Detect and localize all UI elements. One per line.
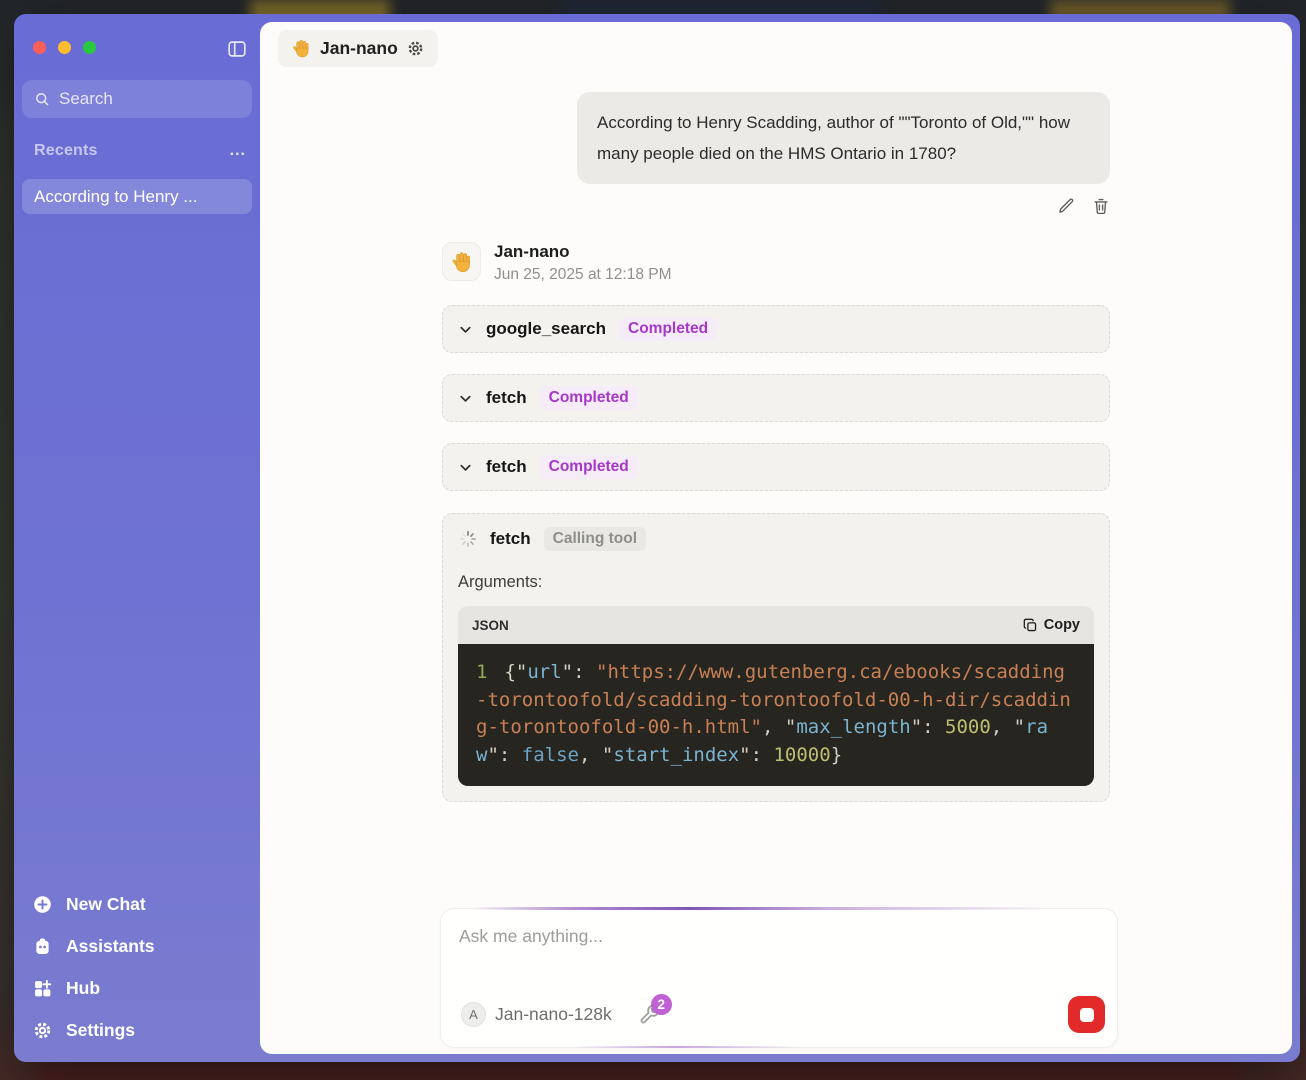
assistants-icon xyxy=(32,936,53,957)
tool-call-panel-fetch-active: fetch Calling tool Arguments: JSON xyxy=(442,513,1110,802)
edit-message-icon[interactable] xyxy=(1057,197,1075,215)
thread-settings-gear-icon[interactable] xyxy=(406,39,425,58)
sidebar-item-new-chat[interactable]: New Chat xyxy=(22,891,252,918)
delete-message-icon[interactable] xyxy=(1092,197,1110,215)
message-actions xyxy=(442,197,1110,217)
line-number: 1 xyxy=(476,661,487,683)
code-content[interactable]: 1{"url": "https://www.gutenberg.ca/ebook… xyxy=(458,644,1094,786)
tool-call-row-google-search[interactable]: google_search Completed xyxy=(442,305,1110,353)
stop-icon xyxy=(1080,1008,1094,1022)
chevron-down-icon xyxy=(458,322,473,337)
app-window: Search Recents ... According to Henry ..… xyxy=(14,14,1300,1062)
user-message-text: According to Henry Scadding, author of "… xyxy=(597,113,1070,163)
search-placeholder: Search xyxy=(59,89,113,109)
stop-generation-button[interactable] xyxy=(1068,996,1105,1033)
copy-icon xyxy=(1023,618,1038,633)
tool-status-badge: Completed xyxy=(619,317,717,341)
code-block-header: JSON Copy xyxy=(458,606,1094,644)
thread-title-button[interactable]: Jan-nano xyxy=(278,30,438,67)
code-block: JSON Copy 1{"url": "https://www.gu xyxy=(458,606,1094,786)
zoom-window-button[interactable] xyxy=(83,41,96,54)
assistant-avatar xyxy=(442,242,481,281)
tools-button[interactable]: 2 xyxy=(638,1003,662,1027)
assistant-message-header: Jan-nano Jun 25, 2025 at 12:18 PM xyxy=(442,242,1110,284)
desktop-decoration xyxy=(40,1066,1240,1080)
wrench-icon xyxy=(638,1014,662,1031)
loading-spinner-icon xyxy=(459,530,477,548)
sidebar-item-recent-chat[interactable]: According to Henry ... xyxy=(22,179,252,214)
message-timestamp: Jun 25, 2025 at 12:18 PM xyxy=(494,266,672,284)
plus-circle-icon xyxy=(32,894,53,915)
model-name: Jan-nano-128k xyxy=(495,1004,612,1025)
wave-emoji-icon xyxy=(291,38,312,59)
tool-call-row-fetch-2[interactable]: fetch Completed xyxy=(442,443,1110,491)
tool-name: fetch xyxy=(486,388,527,408)
chat-input-placeholder: Ask me anything... xyxy=(459,926,1099,947)
tool-name: fetch xyxy=(486,457,527,477)
sidebar-item-assistants[interactable]: Assistants xyxy=(22,933,252,960)
model-selector[interactable]: A Jan-nano-128k xyxy=(455,998,618,1031)
model-avatar: A xyxy=(461,1002,486,1027)
tool-status-badge: Completed xyxy=(540,386,638,410)
sidebar: Search Recents ... According to Henry ..… xyxy=(14,14,260,1062)
tool-call-row-fetch-1[interactable]: fetch Completed xyxy=(442,374,1110,422)
recents-section-label: Recents xyxy=(34,142,98,160)
thread-title: Jan-nano xyxy=(320,38,398,59)
arguments-label: Arguments: xyxy=(458,573,1094,592)
recents-more-button[interactable]: ... xyxy=(230,142,246,160)
sidebar-toggle-icon[interactable] xyxy=(226,38,248,60)
assistant-name: Jan-nano xyxy=(494,242,672,262)
chat-input-container[interactable]: Ask me anything... A Jan-nano-128k 2 xyxy=(440,908,1118,1048)
code-language-label: JSON xyxy=(472,618,509,633)
chevron-down-icon xyxy=(458,460,473,475)
minimize-window-button[interactable] xyxy=(58,41,71,54)
search-icon xyxy=(34,91,51,108)
search-input[interactable]: Search xyxy=(22,80,252,118)
gear-icon xyxy=(32,1020,53,1041)
hub-icon xyxy=(32,978,53,999)
sidebar-item-hub[interactable]: Hub xyxy=(22,975,252,1002)
sidebar-item-settings[interactable]: Settings xyxy=(22,1017,252,1044)
tool-status-badge: Completed xyxy=(540,455,638,479)
tool-name: google_search xyxy=(486,319,606,339)
tools-count-badge: 2 xyxy=(651,994,672,1015)
window-controls xyxy=(33,41,96,54)
tool-status-badge: Calling tool xyxy=(544,527,646,551)
user-message-bubble: According to Henry Scadding, author of "… xyxy=(577,92,1110,184)
chevron-down-icon xyxy=(458,391,473,406)
main-area: Jan-nano According to Henry Scadding, au… xyxy=(260,14,1300,1062)
close-window-button[interactable] xyxy=(33,41,46,54)
wave-emoji-icon xyxy=(450,250,474,274)
tool-call-header[interactable]: fetch Calling tool xyxy=(458,527,1094,551)
tool-name: fetch xyxy=(490,529,531,549)
copy-code-button[interactable]: Copy xyxy=(1023,617,1080,633)
